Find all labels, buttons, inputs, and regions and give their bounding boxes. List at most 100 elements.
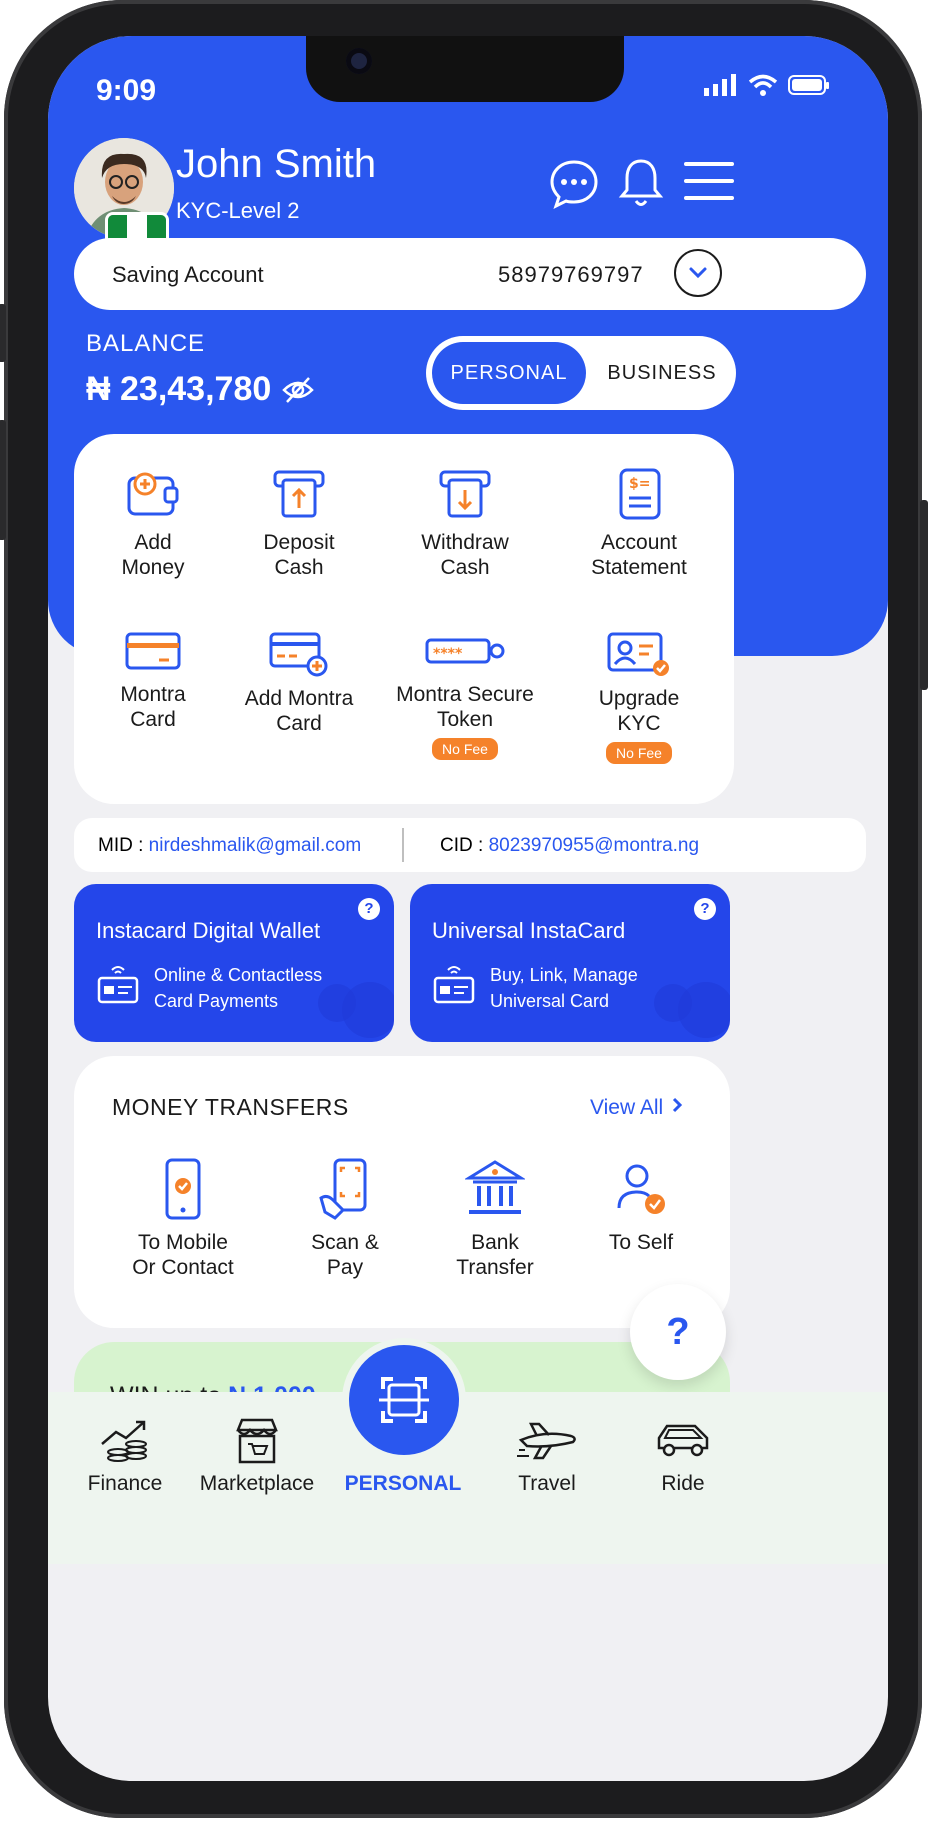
signal-icon bbox=[704, 74, 736, 96]
help-icon[interactable]: ? bbox=[358, 898, 380, 920]
upgrade-kyc-label-2: KYC bbox=[617, 712, 661, 735]
add-money-button[interactable]: Add Money bbox=[68, 466, 238, 580]
promo-title: Instacard Digital Wallet bbox=[96, 918, 321, 943]
mid-value[interactable]: nirdeshmalik@gmail.com bbox=[149, 835, 362, 856]
no-fee-badge: No Fee bbox=[606, 742, 672, 764]
deposit-cash-label-2: Cash bbox=[274, 556, 324, 579]
account-statement-button[interactable]: $= Account Statement bbox=[554, 466, 724, 580]
promo-subtitle: Online & Contactless Card Payments bbox=[154, 962, 322, 1014]
toggle-business[interactable]: BUSINESS bbox=[596, 342, 728, 404]
battery-icon bbox=[788, 75, 829, 95]
volume-button bbox=[0, 420, 6, 540]
bottom-navigation: Finance Marketplace PERSONAL Travel Ride bbox=[48, 1392, 888, 1564]
nav-personal[interactable]: PERSONAL bbox=[328, 1472, 478, 1496]
nav-travel[interactable]: Travel bbox=[472, 1416, 622, 1496]
account-type: Saving Account bbox=[112, 262, 264, 287]
cid-row: CID : 8023970955@montra.ng bbox=[440, 835, 699, 857]
montra-secure-token-button[interactable]: **** Montra Secure Token No Fee bbox=[380, 630, 550, 760]
universal-instacard-card[interactable]: ? Universal InstaCard Buy, Link, Manage … bbox=[410, 884, 730, 1042]
add-montra-card-button[interactable]: Add Montra Card bbox=[214, 630, 384, 736]
svg-text:$=: $= bbox=[629, 476, 650, 492]
menu-icon[interactable] bbox=[684, 160, 734, 202]
user-check-icon bbox=[617, 1164, 665, 1214]
add-money-label-2: Money bbox=[121, 556, 185, 579]
account-dropdown-button[interactable] bbox=[674, 249, 722, 297]
quick-actions-card: Add Money Deposit Cash Withdraw Cash $= … bbox=[74, 434, 734, 804]
promo-line-1: Buy, Link, Manage bbox=[490, 965, 638, 985]
decor-bubble bbox=[678, 982, 730, 1038]
mobile-phone-icon bbox=[165, 1158, 201, 1220]
scan-pay-button[interactable]: Scan & Pay bbox=[260, 1158, 430, 1280]
bell-icon[interactable] bbox=[618, 156, 664, 210]
money-transfers-title: MONEY TRANSFERS bbox=[112, 1094, 349, 1120]
phone-frame: 9:09 John Smith KYC-Level 2 Saving Accou… bbox=[0, 0, 928, 1818]
help-icon[interactable]: ? bbox=[694, 898, 716, 920]
montra-card-label-2: Card bbox=[130, 708, 176, 731]
status-icons bbox=[704, 74, 830, 96]
nav-ride[interactable]: Ride bbox=[608, 1416, 758, 1496]
withdraw-cash-button[interactable]: Withdraw Cash bbox=[380, 466, 550, 580]
finance-icon bbox=[101, 1420, 147, 1462]
eye-off-icon[interactable] bbox=[282, 376, 314, 404]
instacard-digital-wallet-card[interactable]: ? Instacard Digital Wallet Online & Cont… bbox=[74, 884, 394, 1042]
nav-marketplace-label: Marketplace bbox=[199, 1472, 315, 1495]
account-selector[interactable]: Saving Account 58979769797 bbox=[74, 238, 866, 310]
account-number: 58979769797 bbox=[498, 262, 644, 287]
mid-row: MID : nirdeshmalik@gmail.com bbox=[98, 835, 361, 857]
balance-amount: ₦ 23,43,780 bbox=[86, 370, 271, 409]
decor-bubble bbox=[342, 982, 394, 1038]
bank-icon bbox=[465, 1160, 525, 1214]
wallet-add-icon bbox=[127, 472, 179, 516]
money-transfers-card: MONEY TRANSFERS View All To Mobile Or Co… bbox=[74, 1056, 730, 1328]
contactless-card-icon bbox=[97, 966, 139, 1004]
scan-phone-icon bbox=[319, 1158, 367, 1220]
statement-icon: $= bbox=[619, 468, 661, 520]
balance-label: BALANCE bbox=[86, 330, 206, 357]
merchant-customer-ids: MID : nirdeshmalik@gmail.com CID : 80239… bbox=[74, 818, 866, 872]
upgrade-kyc-button[interactable]: Upgrade KYC No Fee bbox=[554, 630, 724, 764]
nav-marketplace[interactable]: Marketplace bbox=[182, 1416, 332, 1496]
scan-button[interactable] bbox=[349, 1345, 459, 1455]
car-icon bbox=[657, 1424, 709, 1457]
nav-personal-label: PERSONAL bbox=[344, 1472, 462, 1495]
to-mobile-button[interactable]: To Mobile Or Contact bbox=[98, 1158, 268, 1280]
account-mode-toggle: PERSONAL BUSINESS bbox=[426, 336, 736, 410]
to-mobile-label-2: Or Contact bbox=[132, 1256, 234, 1279]
wifi-icon bbox=[748, 74, 778, 96]
id-card-icon bbox=[607, 632, 669, 676]
cid-label: CID : bbox=[440, 835, 484, 856]
promo-subtitle: Buy, Link, Manage Universal Card bbox=[490, 962, 638, 1014]
deposit-icon bbox=[273, 470, 325, 518]
bank-transfer-button[interactable]: Bank Transfer bbox=[410, 1158, 580, 1280]
no-fee-badge: No Fee bbox=[432, 738, 498, 760]
nav-finance[interactable]: Finance bbox=[50, 1416, 200, 1496]
nav-ride-label: Ride bbox=[661, 1472, 705, 1495]
profile-name: John Smith bbox=[176, 142, 377, 186]
notch bbox=[306, 36, 624, 102]
promo-line-2: Universal Card bbox=[490, 991, 610, 1011]
secure-token-label-1: Montra Secure bbox=[396, 683, 534, 706]
add-montra-card-label-2: Card bbox=[276, 712, 322, 735]
secure-token-label-2: Token bbox=[436, 708, 494, 731]
chevron-down-icon bbox=[689, 267, 707, 279]
svg-text:****: **** bbox=[433, 646, 463, 662]
toggle-personal[interactable]: PERSONAL bbox=[432, 342, 586, 404]
view-all-link[interactable]: View All bbox=[590, 1096, 685, 1120]
withdraw-icon bbox=[439, 470, 491, 518]
camera-icon bbox=[346, 48, 372, 74]
deposit-cash-button[interactable]: Deposit Cash bbox=[214, 466, 384, 580]
withdraw-cash-label-2: Cash bbox=[440, 556, 490, 579]
nav-finance-label: Finance bbox=[87, 1472, 163, 1495]
add-money-label-1: Add bbox=[134, 531, 172, 554]
to-self-button[interactable]: To Self bbox=[556, 1158, 726, 1255]
chat-icon[interactable] bbox=[548, 158, 600, 210]
montra-card-label-1: Montra bbox=[120, 683, 186, 706]
promo-line-2: Card Payments bbox=[154, 991, 279, 1011]
help-button[interactable]: ? bbox=[630, 1284, 726, 1380]
scan-icon bbox=[379, 1377, 429, 1423]
to-self-label-1: To Self bbox=[608, 1231, 674, 1254]
cid-value[interactable]: 8023970955@montra.ng bbox=[489, 835, 700, 856]
bank-transfer-label-1: Bank bbox=[471, 1231, 519, 1254]
id-divider bbox=[402, 828, 404, 862]
montra-card-button[interactable]: Montra Card bbox=[68, 630, 238, 732]
